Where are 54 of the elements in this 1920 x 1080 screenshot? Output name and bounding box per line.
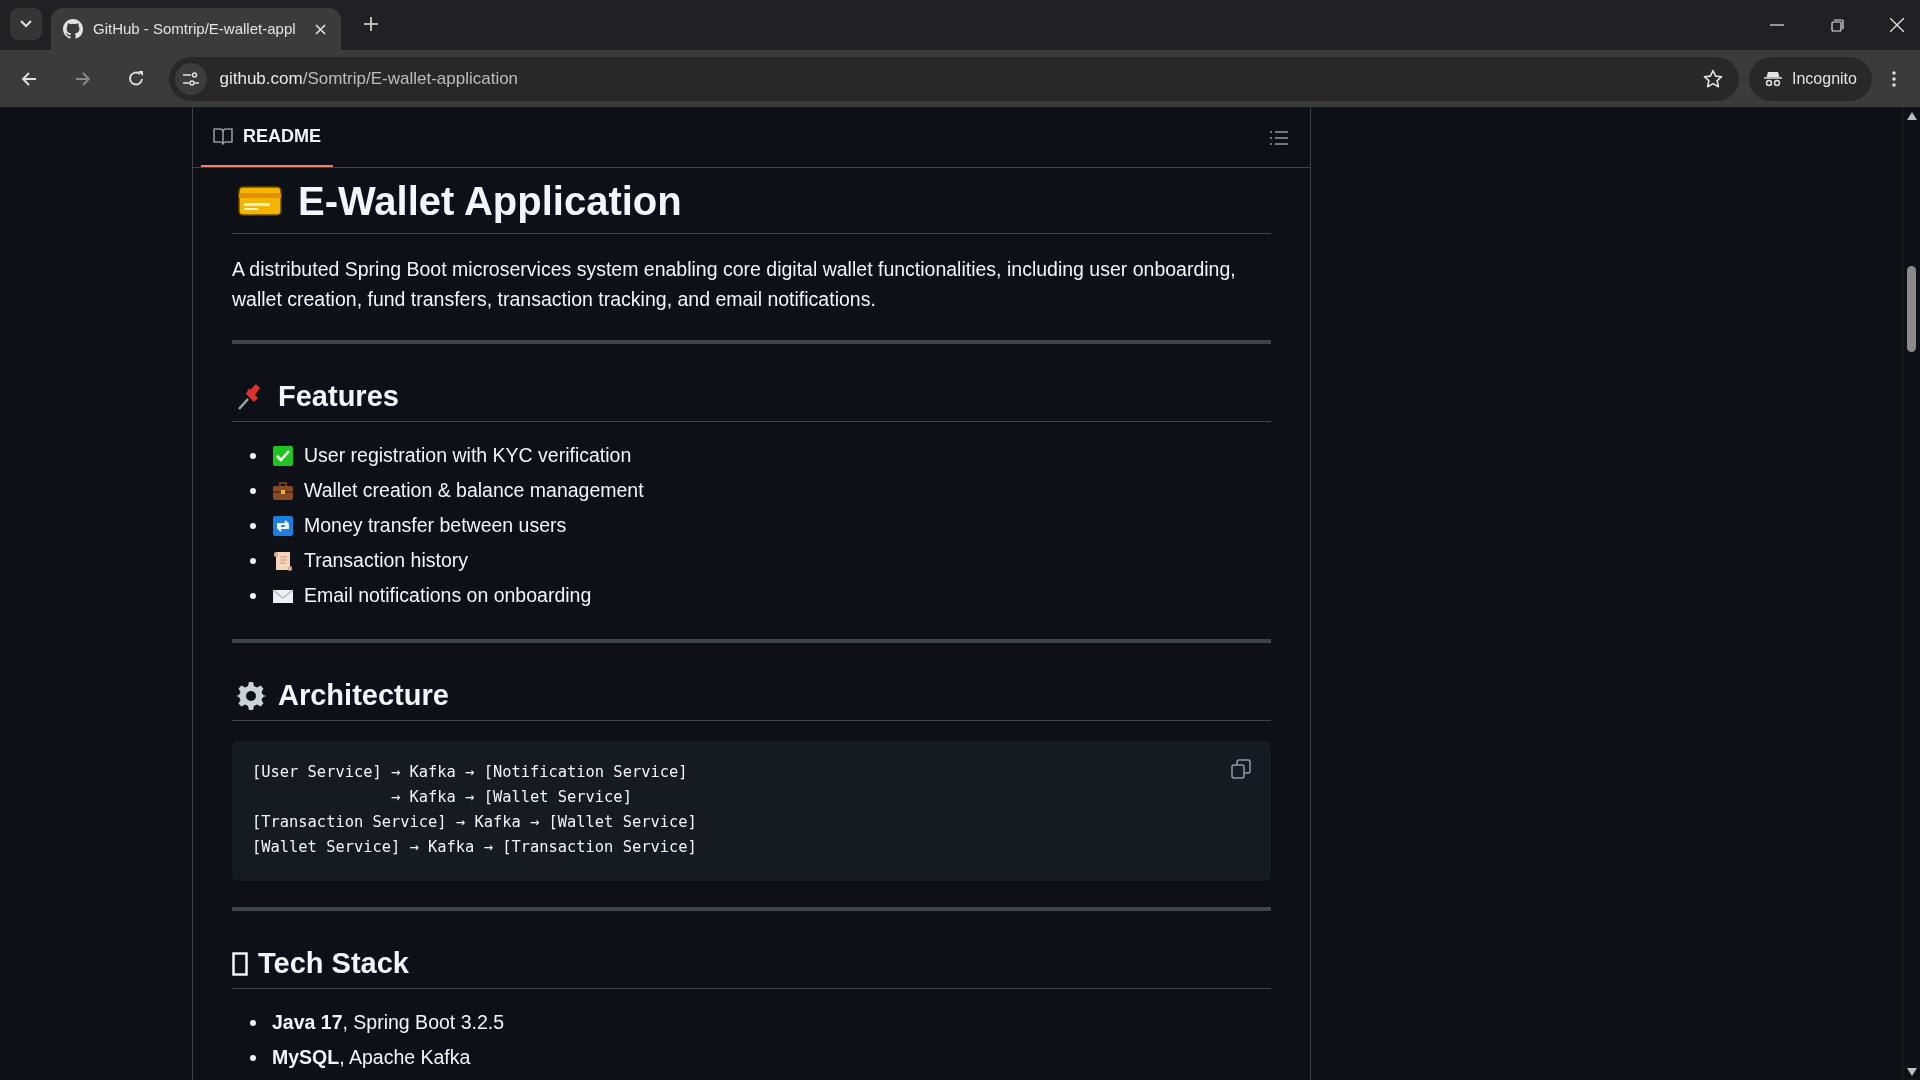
close-icon: [1890, 18, 1904, 32]
list-item-text: MySQL, Apache Kafka: [272, 1044, 471, 1070]
incognito-button[interactable]: Incognito: [1748, 56, 1873, 101]
bullet-icon: [250, 592, 256, 599]
list-item-text: Money transfer between users: [304, 512, 567, 538]
bullet-icon: [250, 452, 256, 459]
bullet-icon: [250, 1054, 256, 1061]
scroll-up-icon[interactable]: [1906, 112, 1917, 120]
book-icon: [213, 127, 233, 145]
list-item-text: User registration with KYC verification: [304, 442, 632, 468]
restore-icon: [1830, 18, 1844, 32]
description-text: A distributed Spring Boot microservices system enabling core digital wallet functionalities, including user onboarding, wallet creation, fund transfers, transaction tracking, and email notifications.: [232, 257, 1237, 312]
section-heading: Features: [278, 382, 399, 411]
plus-icon: [364, 17, 378, 31]
list-item-text: Email notifications on onboarding: [304, 582, 592, 608]
bullet-icon: [250, 557, 256, 564]
incognito-icon: [1764, 70, 1782, 87]
section-heading: Architecture: [278, 681, 449, 710]
bullet-icon: [250, 487, 256, 494]
tab-title: GitHub - Somtrip/E-wallet-appl: [93, 18, 296, 39]
close-icon: [314, 23, 326, 35]
list-icon: [1270, 131, 1288, 145]
address-bar[interactable]: github.com/Somtrip/E-wallet-application: [169, 56, 1739, 101]
scroll-icon: [272, 549, 294, 572]
bullet-icon: [250, 522, 256, 529]
chevron-down-icon: [20, 20, 32, 28]
readme-tab[interactable]: README: [201, 108, 333, 167]
section-heading: Tech Stack: [258, 949, 409, 978]
github-logo-icon: [63, 19, 83, 39]
tune-icon: [183, 71, 200, 86]
list-item-text: Java 17, Spring Boot 3.2.5: [272, 1009, 505, 1035]
site-info-button[interactable]: [175, 62, 208, 95]
check-mark-icon: [272, 444, 294, 467]
minimize-icon: [1770, 24, 1784, 26]
reload-icon: [128, 70, 146, 87]
back-arrow-icon: [20, 70, 37, 87]
copy-icon: [1231, 759, 1251, 779]
briefcase-icon: [272, 479, 294, 502]
scroll-down-icon[interactable]: [1906, 1068, 1917, 1076]
scrollbar-thumb[interactable]: [1907, 266, 1916, 352]
bookmark-star-icon[interactable]: [1702, 68, 1723, 89]
url-text: github.com/Somtrip/E-wallet-application: [219, 67, 519, 90]
browser-tab[interactable]: GitHub - Somtrip/E-wallet-appl: [51, 8, 341, 50]
more-vertical-icon: [1892, 70, 1897, 87]
gear-icon: [236, 680, 266, 711]
missing-glyph-icon: [232, 951, 248, 976]
code-text: [User Service] → Kafka → [Notification Service] → Kafka → [Wallet Service] [Transaction Service] → Kafka → [Wallet Service] [Wallet Service] → Kafka → [Transaction Service]: [252, 762, 697, 858]
bullet-icon: [250, 1019, 256, 1026]
forward-arrow-icon: [74, 70, 91, 87]
list-item-text: Transaction history: [304, 547, 468, 573]
repeat-arrows-icon: [272, 514, 294, 537]
tab-list-button[interactable]: [10, 8, 42, 40]
page-title: E-Wallet Application: [298, 180, 682, 221]
list-item-text: Wallet creation & balance management: [304, 477, 644, 503]
